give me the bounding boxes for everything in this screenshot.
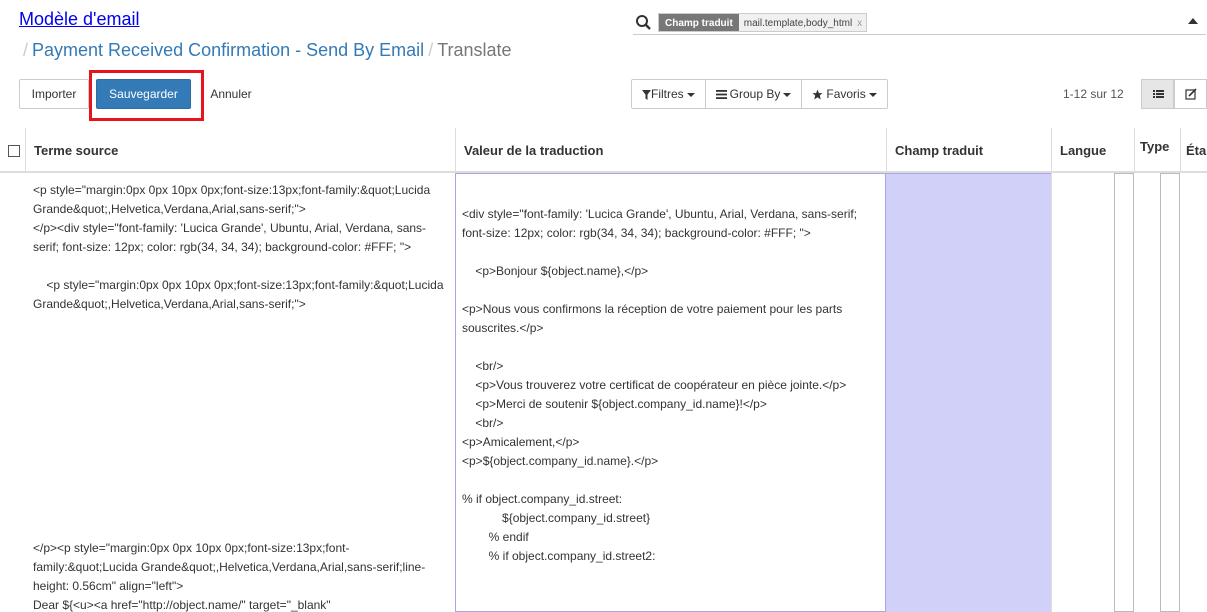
chevron-down-icon — [783, 92, 792, 97]
language-cell[interactable] — [1051, 173, 1114, 612]
breadcrumb-separator: / — [23, 40, 29, 60]
facet-label: Champ traduit — [659, 14, 739, 31]
translation-part-4: <br/> <p>Vous trouverez votre certificat… — [462, 359, 847, 468]
edit-icon — [1185, 88, 1197, 100]
filter-icon — [642, 89, 651, 100]
column-header-value[interactable]: Valeur de la traduction — [455, 128, 886, 173]
star-icon — [812, 89, 823, 100]
pager-value[interactable]: 1-12 sur 12 — [1063, 79, 1124, 109]
column-header-lang[interactable]: Langue — [1051, 128, 1114, 173]
favorites-dropdown[interactable]: Favoris — [802, 80, 886, 108]
column-header-field[interactable]: Champ traduit — [886, 128, 1051, 173]
breadcrumb: Modèle d'email — [19, 9, 140, 30]
bars-icon — [715, 90, 727, 100]
translation-part-3: <p>Nous vous confirmons la réception de … — [462, 302, 846, 335]
breadcrumb-current: Translate — [437, 40, 512, 60]
control-panel: Modèle d'email / Payment Received Confirm… — [0, 0, 1207, 121]
filters-label: Filtres — [651, 87, 684, 101]
breadcrumb-line-2: / Payment Received Confirmation - Send By… — [19, 39, 512, 61]
import-button[interactable]: Importer — [19, 79, 89, 109]
list-view-button[interactable] — [1141, 79, 1174, 109]
facet-remove-icon[interactable]: x — [857, 14, 866, 31]
source-term-part-1: <p style="margin:0px 0px 10px 0px;font-s… — [33, 183, 431, 254]
groupby-dropdown[interactable]: Group By — [706, 80, 803, 108]
search-icon[interactable] — [635, 14, 651, 32]
table-header: Terme source Valeur de la traduction Cha… — [0, 128, 1207, 173]
table-row[interactable]: <p style="margin:0px 0px 10px 0px;font-s… — [0, 173, 1207, 612]
breadcrumb-record[interactable]: Payment Received Confirmation - Send By … — [32, 40, 424, 60]
source-term-cell[interactable]: <p style="margin:0px 0px 10px 0px;font-s… — [25, 173, 455, 612]
form-view-button[interactable] — [1174, 79, 1207, 109]
chevron-down-icon — [868, 92, 877, 97]
filters-dropdown[interactable]: Filtres — [632, 80, 706, 108]
type-cell[interactable] — [1114, 173, 1134, 612]
translation-part-2: <p>Bonjour ${object.name},</p> — [462, 264, 649, 278]
translation-part-5: % if object.company_id.street: ${object.… — [462, 492, 656, 563]
groupby-label: Group By — [729, 87, 781, 101]
translation-value-editor[interactable]: <div style="font-family: 'Lucica Grande'… — [455, 173, 886, 612]
search-bar[interactable]: Champ traduit mail.template,body_html x — [633, 13, 1206, 35]
breadcrumb-separator: / — [428, 40, 434, 60]
select-all-checkbox[interactable] — [8, 145, 20, 157]
facet-value: mail.template,body_html — [743, 18, 853, 29]
favorites-label: Favoris — [826, 87, 866, 101]
column-header-state[interactable]: Éta — [1180, 128, 1207, 173]
translation-part-1: <div style="font-family: 'Lucica Grande'… — [462, 207, 861, 240]
search-options-toggle-icon[interactable] — [1188, 18, 1198, 24]
translated-field-cell[interactable] — [886, 173, 1051, 612]
search-options: Filtres Group By Favoris — [631, 79, 888, 109]
column-header-type[interactable]: Type — [1134, 128, 1180, 173]
search-facet: Champ traduit mail.template,body_html x — [658, 13, 868, 32]
breadcrumb-email-template[interactable]: Modèle d'email — [19, 9, 140, 29]
source-term-part-3: </p><p style="margin:0px 0px 10px 0px;fo… — [33, 541, 426, 612]
source-term-part-2: <p style="margin:0px 0px 10px 0px;font-s… — [33, 278, 447, 311]
column-header-source[interactable]: Terme source — [25, 128, 455, 173]
cancel-button[interactable]: Annuler — [201, 79, 261, 109]
state-cell[interactable] — [1160, 173, 1180, 612]
list-icon — [1153, 90, 1164, 98]
chevron-down-icon — [686, 92, 695, 97]
save-button-highlight-box — [89, 70, 204, 121]
